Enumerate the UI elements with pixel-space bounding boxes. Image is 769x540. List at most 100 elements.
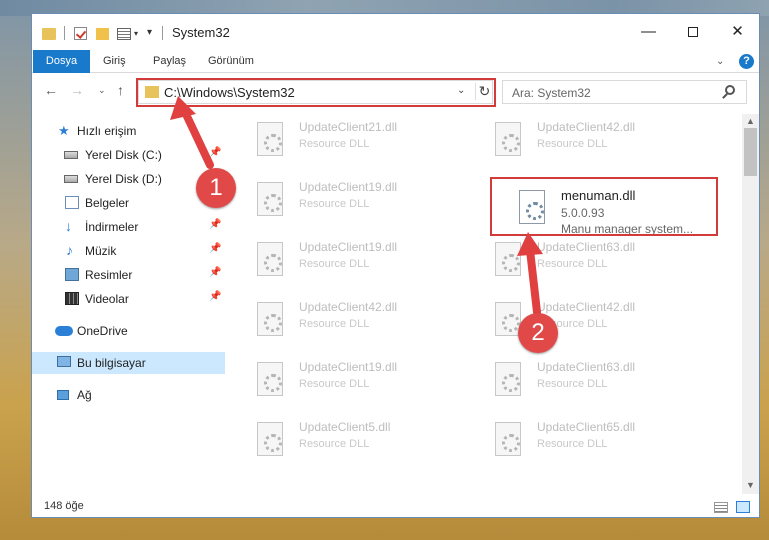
close-button[interactable]: ✕	[715, 14, 759, 50]
videos-icon	[65, 292, 79, 305]
sidebar-item-documents[interactable]: Belgeler 📌	[32, 192, 225, 214]
file-name: UpdateClient42.dll	[537, 120, 636, 134]
search-icon[interactable]	[725, 85, 735, 95]
dll-file-icon	[257, 122, 283, 156]
sidebar-item-onedrive[interactable]: OneDrive	[32, 320, 225, 342]
vertical-scrollbar[interactable]: ▲ ▼	[742, 114, 759, 494]
quick-access-separator	[64, 26, 65, 40]
file-item[interactable]: UpdateClient42.dll Resource DLL	[483, 294, 708, 344]
details-view-icon[interactable]	[714, 502, 728, 513]
quick-access-dropdown-icon[interactable]: ▾	[134, 29, 138, 47]
sidebar-item-label: Yerel Disk (D:)	[85, 172, 162, 186]
new-folder-icon[interactable]	[96, 28, 109, 40]
dll-file-icon	[257, 242, 283, 276]
dll-file-icon	[495, 362, 521, 396]
navigation-pane: ★ Hızlı erişim Yerel Disk (C:) 📌 Yerel D…	[32, 114, 225, 494]
dll-file-icon	[257, 182, 283, 216]
sidebar-item-local-disk-c[interactable]: Yerel Disk (C:) 📌	[32, 144, 225, 166]
file-item[interactable]: UpdateClient42.dll Resource DLL	[245, 294, 470, 344]
sidebar-item-label: Bu bilgisayar	[77, 356, 146, 370]
navigation-bar: ← → ⌄ ↑ C:\Windows\System32 ⌄ ↻ Ara: Sys…	[32, 74, 759, 110]
pin-icon: 📌	[209, 267, 222, 278]
scroll-up-icon[interactable]: ▲	[746, 116, 755, 126]
computer-icon	[57, 356, 71, 367]
window-title: System32	[172, 25, 230, 40]
scroll-down-icon[interactable]: ▼	[746, 480, 755, 490]
file-name: UpdateClient19.dll	[299, 360, 398, 374]
title-bar: ▾ ▾ System32 — ✕	[32, 14, 759, 50]
customize-toolbar-icon[interactable]: ▾	[147, 27, 152, 45]
tab-view[interactable]: Görünüm	[198, 50, 264, 73]
minimize-button[interactable]: —	[626, 14, 671, 50]
sidebar-item-label: Ağ	[77, 388, 92, 402]
file-name: UpdateClient42.dll	[299, 300, 398, 314]
file-item[interactable]: UpdateClient19.dll Resource DLL	[245, 234, 470, 284]
documents-icon	[65, 196, 79, 209]
file-name: UpdateClient42.dll	[537, 300, 636, 314]
sidebar-item-downloads[interactable]: ↓ İndirmeler 📌	[32, 216, 225, 238]
file-description: Resource DLL	[299, 318, 370, 330]
file-name: UpdateClient19.dll	[299, 180, 398, 194]
sidebar-item-music[interactable]: ♪ Müzik 📌	[32, 240, 225, 262]
file-highlight-box	[490, 177, 718, 236]
file-name: UpdateClient21.dll	[299, 120, 398, 134]
expand-ribbon-icon[interactable]: ⌄	[716, 56, 724, 67]
dll-file-icon	[495, 122, 521, 156]
file-item[interactable]: UpdateClient5.dll Resource DLL	[245, 414, 470, 464]
pin-icon: 📌	[209, 219, 222, 230]
sidebar-item-network[interactable]: Ağ	[32, 384, 225, 406]
help-icon[interactable]: ?	[739, 54, 754, 69]
sidebar-item-videos[interactable]: Videolar 📌	[32, 288, 225, 310]
up-button[interactable]: ↑	[117, 82, 124, 98]
dll-file-icon	[257, 422, 283, 456]
maximize-icon	[687, 27, 698, 38]
drive-icon	[64, 151, 78, 159]
file-description: Resource DLL	[299, 438, 370, 450]
sidebar-item-label: Müzik	[85, 244, 117, 258]
properties-check-icon[interactable]	[74, 27, 87, 40]
dll-file-icon	[495, 242, 521, 276]
file-item[interactable]: UpdateClient63.dll Resource DLL	[483, 234, 708, 284]
file-description: Resource DLL	[537, 438, 608, 450]
sidebar-item-pictures[interactable]: Resimler 📌	[32, 264, 225, 286]
file-list: UpdateClient21.dll Resource DLL UpdateCl…	[245, 114, 730, 494]
sidebar-item-label: Resimler	[85, 268, 133, 282]
music-icon: ♪	[66, 242, 73, 258]
file-description: Resource DLL	[299, 138, 370, 150]
pin-icon: 📌	[209, 243, 222, 254]
recent-locations-button[interactable]: ⌄	[98, 85, 106, 96]
file-item[interactable]: UpdateClient63.dll Resource DLL	[483, 354, 708, 404]
sidebar-item-label: İndirmeler	[85, 220, 139, 234]
file-name: UpdateClient19.dll	[299, 240, 398, 254]
file-explorer-window: ▾ ▾ System32 — ✕ Dosya Giriş Paylaş Görü…	[31, 13, 760, 518]
dll-file-icon	[495, 422, 521, 456]
back-button[interactable]: ←	[44, 82, 58, 98]
network-icon	[57, 390, 69, 400]
large-icons-view-icon[interactable]	[736, 501, 750, 513]
file-item[interactable]: UpdateClient19.dll Resource DLL	[245, 174, 470, 224]
file-name: UpdateClient63.dll	[537, 360, 636, 374]
file-description: Resource DLL	[299, 258, 370, 270]
sidebar-item-quick-access[interactable]: ★ Hızlı erişim	[32, 120, 225, 142]
view-list-icon[interactable]	[117, 28, 131, 40]
search-placeholder: Ara: System32	[512, 86, 591, 100]
status-bar: 148 öğe	[32, 496, 759, 517]
tab-file[interactable]: Dosya	[33, 50, 90, 73]
tab-home[interactable]: Giriş	[93, 50, 136, 73]
file-item[interactable]: UpdateClient65.dll Resource DLL	[483, 414, 708, 464]
search-box[interactable]: Ara: System32	[502, 80, 747, 104]
file-item[interactable]: UpdateClient19.dll Resource DLL	[245, 354, 470, 404]
title-separator	[162, 26, 163, 40]
scroll-thumb[interactable]	[744, 128, 757, 176]
file-item[interactable]: UpdateClient21.dll Resource DLL	[245, 114, 470, 164]
file-description: Resource DLL	[299, 198, 370, 210]
forward-button[interactable]: →	[70, 82, 84, 98]
downloads-icon: ↓	[65, 218, 72, 234]
file-description: Resource DLL	[537, 378, 608, 390]
tab-share[interactable]: Paylaş	[143, 50, 196, 73]
sidebar-item-this-pc[interactable]: Bu bilgisayar	[32, 352, 225, 374]
sidebar-item-label: Belgeler	[85, 196, 130, 210]
file-name: UpdateClient5.dll	[299, 420, 391, 434]
maximize-button[interactable]	[670, 14, 715, 50]
file-item[interactable]: UpdateClient42.dll Resource DLL	[483, 114, 708, 164]
